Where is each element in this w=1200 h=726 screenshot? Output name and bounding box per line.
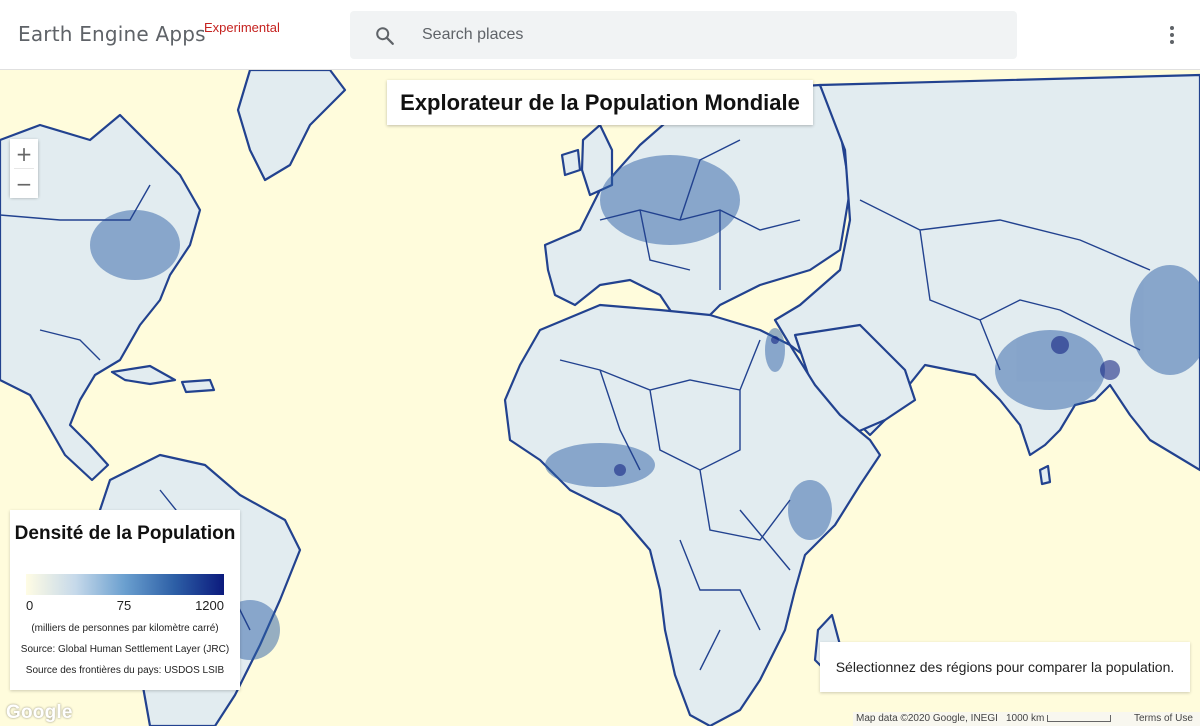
legend-min-label: 0 (26, 598, 34, 613)
app-header: Earth Engine Apps Experimental (0, 0, 1200, 70)
density-india (995, 330, 1105, 410)
landmass-hispaniola (180, 378, 216, 394)
more-vert-icon[interactable] (1160, 23, 1184, 47)
landmass-ireland (560, 148, 582, 177)
zoom-out-button[interactable]: − (10, 169, 38, 198)
zoom-control: + − (10, 139, 38, 198)
zoom-in-button[interactable]: + (10, 139, 38, 168)
scale-bar[interactable] (1047, 715, 1111, 722)
density-west-africa (545, 443, 655, 487)
density-bangladesh (1100, 360, 1120, 380)
scale-label[interactable]: 1000 km (1006, 712, 1044, 726)
experimental-badge: Experimental (204, 20, 280, 35)
density-nile (765, 328, 785, 372)
legend-max-label: 1200 (195, 598, 224, 613)
density-east-africa (788, 480, 832, 540)
map-title: Explorateur de la Population Mondiale (387, 80, 813, 125)
density-nigeria (614, 464, 626, 476)
google-logo[interactable]: Google (6, 702, 73, 724)
search-bar[interactable] (350, 11, 1017, 59)
density-cairo (771, 336, 779, 344)
map-attribution: Map data ©2020 Google, INEGI 1000 km Ter… (853, 712, 1200, 726)
landmass-sri-lanka (1038, 464, 1052, 486)
legend-title: Densité de la Population (14, 523, 236, 544)
density-europe (600, 155, 740, 245)
selection-info-panel: Sélectionnez des régions pour comparer l… (820, 642, 1190, 692)
app-brand[interactable]: Earth Engine Apps (18, 22, 206, 46)
terms-of-use-link[interactable]: Terms of Use (1134, 712, 1193, 726)
legend-boundary-source: Source des frontières du pays: USDOS LSI… (25, 665, 225, 676)
legend-color-bar (26, 574, 224, 595)
legend-mid-label: 75 (116, 598, 132, 613)
search-input[interactable] (422, 11, 1002, 59)
map-canvas[interactable]: Explorateur de la Population Mondiale + … (0, 70, 1200, 726)
legend-panel: Densité de la Population 0 75 1200 (mill… (10, 510, 240, 690)
density-ganges (1051, 336, 1069, 354)
map-data-credit[interactable]: Map data ©2020 Google, INEGI (856, 712, 998, 726)
search-icon[interactable] (374, 25, 396, 47)
legend-units: (milliers de personnes par kilomètre car… (31, 623, 219, 634)
legend-data-source: Source: Global Human Settlement Layer (J… (20, 644, 230, 655)
